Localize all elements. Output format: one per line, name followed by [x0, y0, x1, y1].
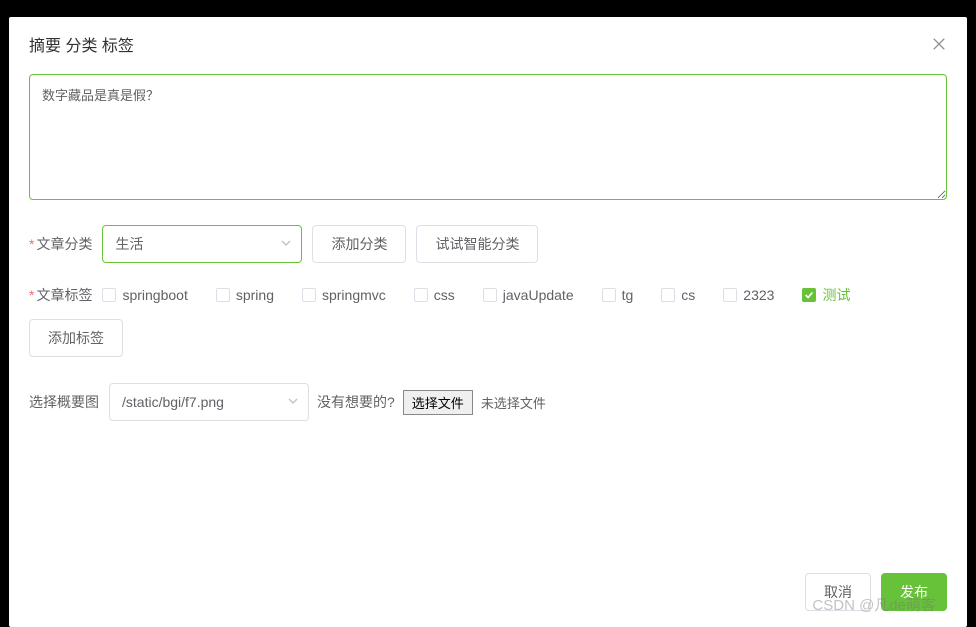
tag-checkbox[interactable]: tg — [602, 287, 634, 303]
category-select[interactable] — [102, 225, 302, 263]
category-row: 文章分类 添加分类 试试智能分类 — [29, 225, 947, 263]
tag-label: spring — [236, 287, 274, 303]
checkbox-icon — [723, 288, 737, 302]
checkbox-icon — [102, 288, 116, 302]
add-tag-button[interactable]: 添加标签 — [29, 319, 123, 357]
tags-list: 文章标签 springboot spring springmvc css javaUpd… — [29, 285, 947, 305]
choose-file-button[interactable]: 选择文件 — [403, 390, 473, 415]
tag-checkbox[interactable]: 2323 — [723, 287, 774, 303]
tag-label: javaUpdate — [503, 287, 574, 303]
tag-checkbox[interactable]: javaUpdate — [483, 287, 574, 303]
thumbnail-prompt: 没有想要的? — [317, 392, 395, 412]
checkbox-icon — [302, 288, 316, 302]
category-label: 文章分类 — [29, 234, 92, 254]
close-icon[interactable] — [931, 36, 947, 52]
category-select-input[interactable] — [102, 225, 302, 263]
modal-header: 摘要 分类 标签 — [9, 17, 967, 64]
add-category-button[interactable]: 添加分类 — [312, 225, 406, 263]
publish-button[interactable]: 发布 — [881, 573, 947, 611]
tag-checkbox[interactable]: springboot — [102, 287, 187, 303]
tag-checkbox[interactable]: 测试 — [802, 285, 850, 305]
tag-label: 2323 — [743, 287, 774, 303]
cancel-button[interactable]: 取消 — [805, 573, 871, 611]
checkbox-icon — [661, 288, 675, 302]
modal-dialog: 摘要 分类 标签 文章分类 添加分类 试试智能分类 文章标签 springboo… — [9, 17, 967, 627]
tag-checkbox[interactable]: css — [414, 287, 455, 303]
tag-label: css — [434, 287, 455, 303]
modal-title: 摘要 分类 标签 — [29, 32, 134, 56]
modal-footer: 取消 发布 — [9, 561, 967, 627]
tag-checkbox[interactable]: springmvc — [302, 287, 386, 303]
modal-body: 文章分类 添加分类 试试智能分类 文章标签 springboot spring sp… — [9, 64, 967, 561]
tag-label: tg — [622, 287, 634, 303]
checkbox-icon — [216, 288, 230, 302]
tag-checkbox[interactable]: cs — [661, 287, 695, 303]
checkbox-icon — [602, 288, 616, 302]
checkbox-icon — [414, 288, 428, 302]
thumbnail-label: 选择概要图 — [29, 392, 101, 412]
tag-label: springboot — [122, 287, 187, 303]
thumbnail-row: 选择概要图 没有想要的? 选择文件 未选择文件 — [29, 383, 947, 421]
checkbox-checked-icon — [802, 288, 816, 302]
tags-label: 文章标签 — [29, 285, 92, 305]
summary-textarea[interactable] — [29, 74, 947, 200]
thumbnail-select-input[interactable] — [109, 383, 309, 421]
file-status: 未选择文件 — [481, 393, 546, 412]
checkbox-icon — [483, 288, 497, 302]
tag-label: 测试 — [822, 285, 850, 305]
tag-label: springmvc — [322, 287, 386, 303]
tags-row: 文章标签 springboot spring springmvc css javaUpd… — [29, 285, 947, 357]
tag-checkbox[interactable]: spring — [216, 287, 274, 303]
smart-category-button[interactable]: 试试智能分类 — [416, 225, 538, 263]
thumbnail-select[interactable] — [109, 383, 309, 421]
tag-label: cs — [681, 287, 695, 303]
